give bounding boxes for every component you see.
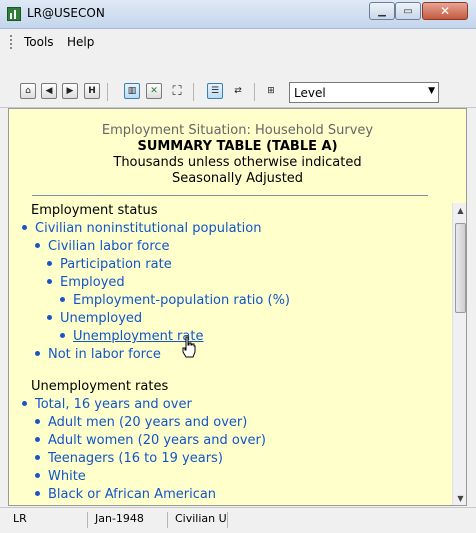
bullet-icon [35,243,40,248]
bullet-icon [47,279,52,284]
list-item[interactable]: Civilian noninstitutional population [22,221,261,239]
section-employment-status: Employment status [31,203,158,218]
menu-grip [10,35,12,49]
list-item[interactable]: Participation rate [47,257,172,275]
excel-icon[interactable]: ✕ [146,83,162,99]
content-pane: Employment Situation: Household Survey S… [8,108,467,506]
title-bar: LR@USECON ▁ ▭ ✕ [0,0,476,29]
toolbar-separator [254,83,255,101]
bullet-icon [35,491,40,496]
maximize-button[interactable]: ▭ [395,2,421,20]
scrollbar-thumb[interactable] [455,223,466,313]
survey-subtitle: Employment Situation: Household Survey [101,123,374,138]
status-series: LR [8,512,88,528]
list-item[interactable]: Total, 16 years and over [22,397,192,415]
chevron-down-icon: ▼ [428,86,435,96]
status-description: Civilian Ur [170,512,228,528]
status-bar: LR Jan-1948 Civilian Ur [0,507,476,533]
close-button[interactable]: ✕ [422,2,468,20]
swap-icon[interactable]: ⇄ [230,83,246,99]
bullet-icon [22,225,27,230]
layout-view-icon[interactable]: ▥ [124,83,140,99]
menu-bar: Tools Help [0,29,476,55]
toolbar: ⌂ ◀ ▶ H ▥ ✕ ⛶ ☰ ⇄ ⊞ Level ▼ [0,55,476,108]
list-item[interactable]: Employment-population ratio (%) [60,293,290,311]
scroll-down-icon[interactable]: ▼ [453,491,466,505]
list-item[interactable]: Not in labor force [35,347,161,365]
bullet-icon [47,261,52,266]
level-dropdown-value: Level [294,86,326,100]
bullet-icon [35,437,40,442]
list-item[interactable]: Teenagers (16 to 19 years) [35,451,223,469]
table-title: SUMMARY TABLE (TABLE A) [137,139,338,154]
adjustment-line: Seasonally Adjusted [171,171,304,186]
list-item[interactable]: Civilian labor force [35,239,170,257]
bullet-icon [60,333,65,338]
bullet-icon [35,419,40,424]
divider [32,195,428,196]
bullet-icon [35,473,40,478]
toolbar-separator [107,83,108,101]
menu-help[interactable]: Help [67,35,94,49]
bullet-icon [47,315,52,320]
units-line: Thousands unless otherwise indicated [113,155,362,170]
list-item[interactable]: Adult women (20 years and over) [35,433,266,451]
list-item[interactable]: Employed [47,275,125,293]
bullet-icon [22,401,27,406]
home-icon[interactable]: ⌂ [20,83,36,99]
app-icon [7,7,21,21]
vertical-scrollbar[interactable]: ▲ ▼ [452,203,466,505]
toolbar-separator [193,83,194,101]
binoculars-icon[interactable]: ⛶ [169,83,185,99]
status-date: Jan-1948 [90,512,168,528]
bullet-icon [35,455,40,460]
list-item[interactable]: Adult men (20 years and over) [35,415,247,433]
history-icon[interactable]: H [84,83,100,99]
list-item[interactable]: White [35,469,86,487]
list-item[interactable]: Black or African American [35,487,216,505]
forward-icon[interactable]: ▶ [62,83,78,99]
table-header: Employment Situation: Household Survey S… [9,122,466,187]
scroll-up-icon[interactable]: ▲ [453,203,466,218]
level-dropdown[interactable]: Level ▼ [289,82,439,103]
section-unemployment-rates: Unemployment rates [31,379,169,394]
window-title: LR@USECON [27,6,105,20]
minimize-button[interactable]: ▁ [369,2,395,20]
table-icon[interactable]: ☰ [207,83,223,99]
hand-cursor-icon [182,336,196,358]
menu-tools[interactable]: Tools [24,35,54,49]
list-item[interactable]: Unemployed [47,311,142,329]
bullet-icon [60,297,65,302]
back-icon[interactable]: ◀ [41,83,57,99]
tree-icon[interactable]: ⊞ [263,83,279,99]
bullet-icon [35,351,40,356]
